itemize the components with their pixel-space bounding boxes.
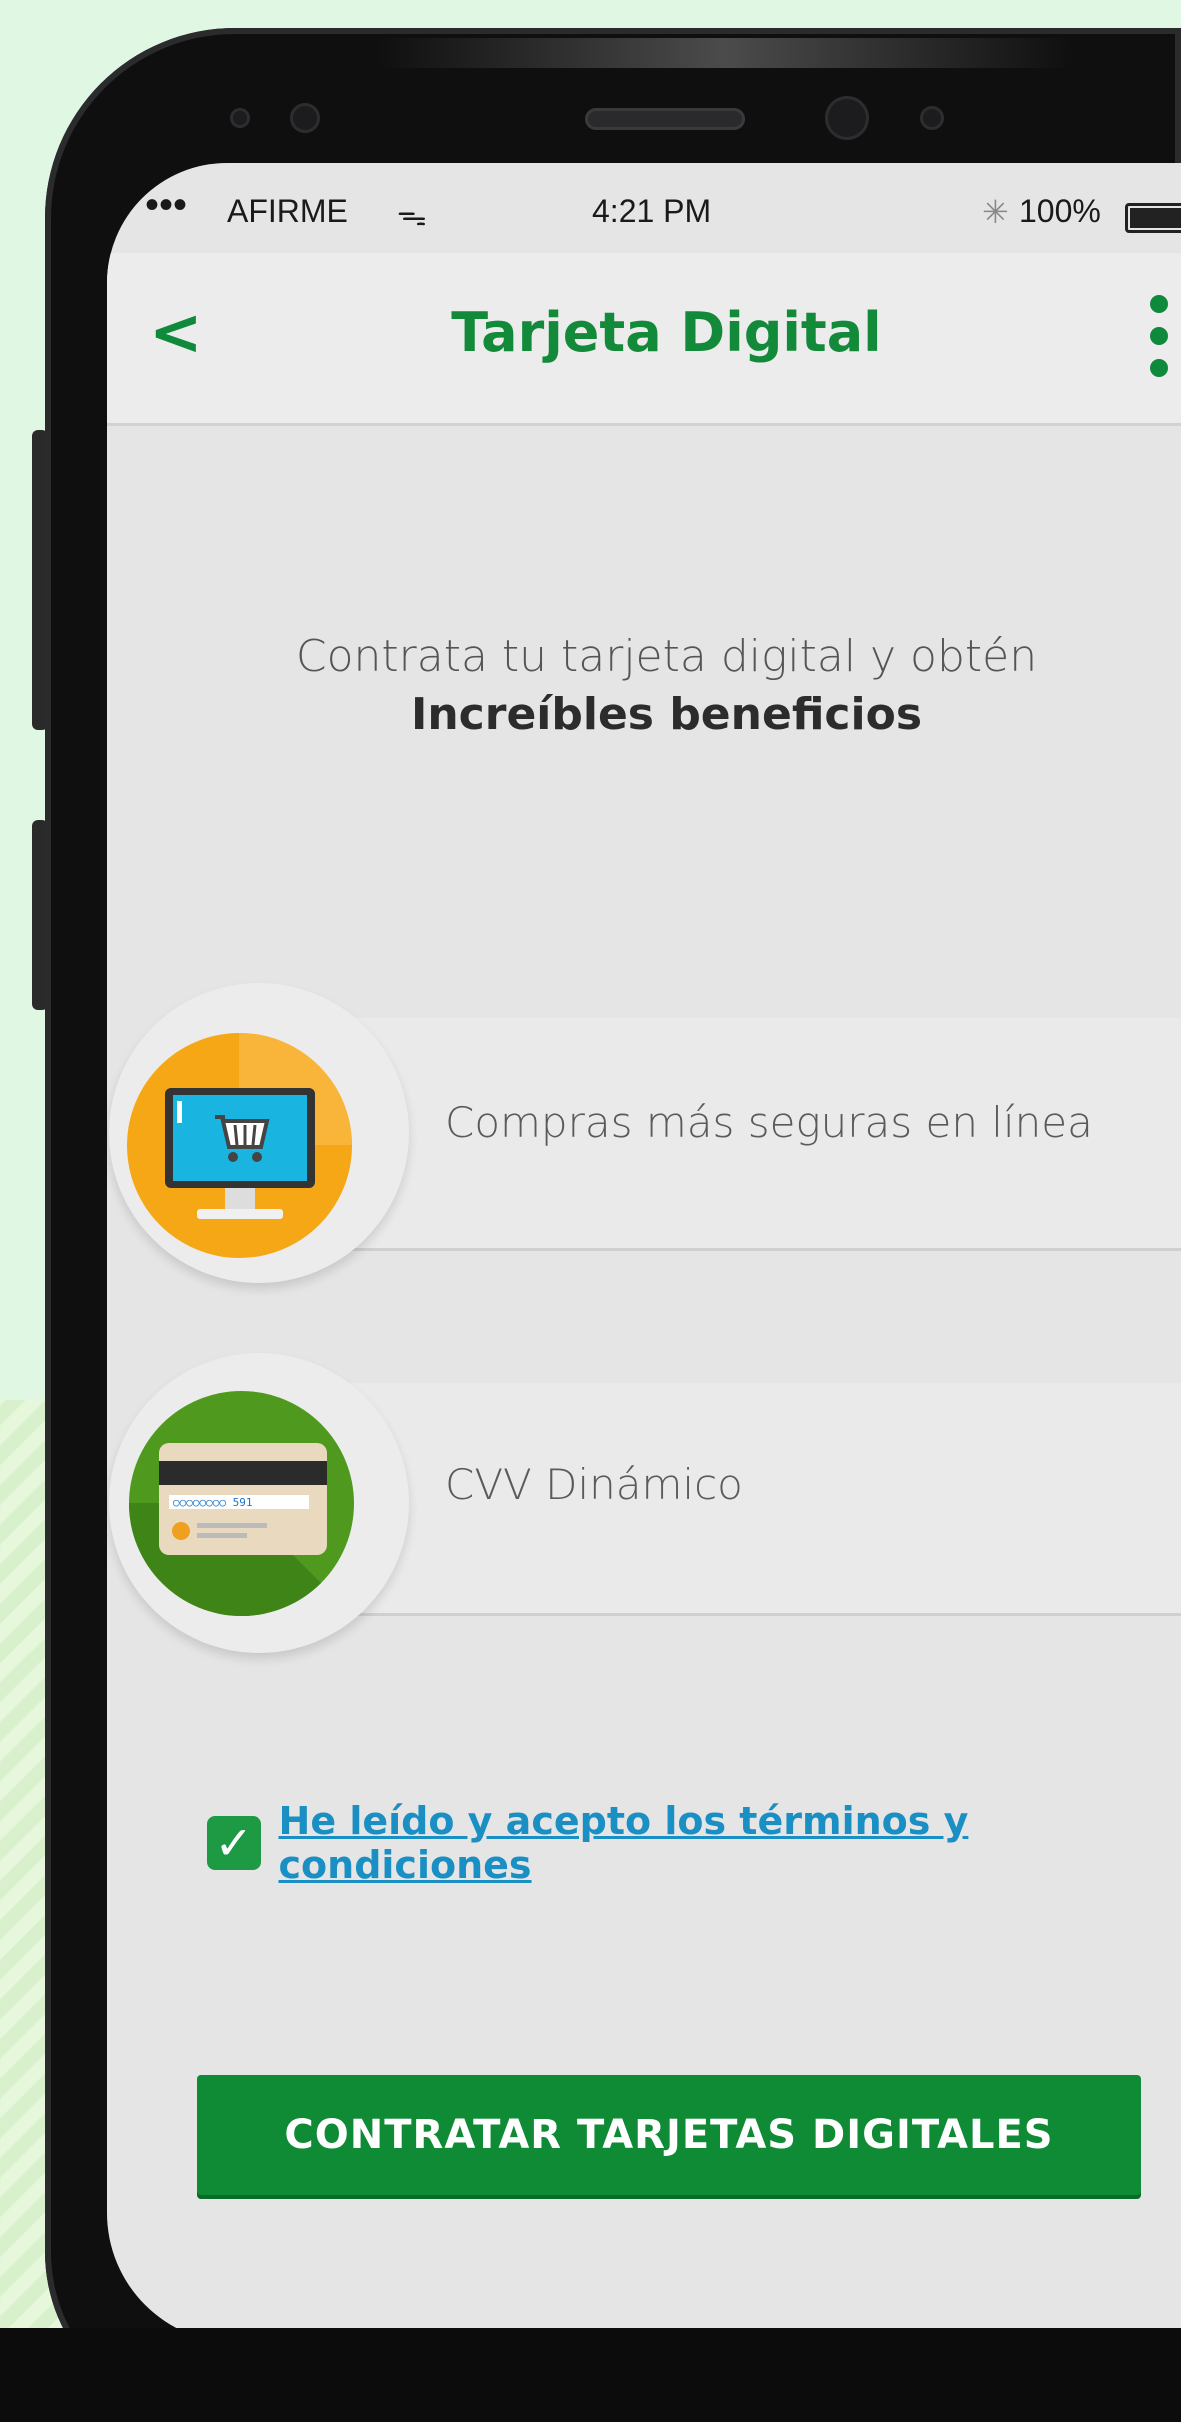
terms-row: ✓ He leído y acepto los términos y condi… <box>207 1799 1181 1887</box>
front-camera <box>825 96 869 140</box>
shopping-cart-monitor-icon <box>127 1033 352 1258</box>
iris-sensor <box>920 106 944 130</box>
credit-card-cvv-icon: ○○○○○○○○ 591 <box>129 1391 354 1616</box>
proximity-sensor <box>230 108 250 128</box>
svg-text:○○○○○○○○ 591: ○○○○○○○○ 591 <box>173 1496 252 1509</box>
terms-link[interactable]: He leído y acepto los términos y condici… <box>279 1799 1181 1887</box>
phone-glint <box>375 38 1075 68</box>
battery-icon <box>1125 203 1181 233</box>
terms-checkbox[interactable]: ✓ <box>207 1816 261 1870</box>
intro-text: Contrata tu tarjeta digital y obtén Incr… <box>107 628 1181 744</box>
wifi-icon: ᯓ <box>397 199 427 232</box>
intro-line-1: Contrata tu tarjeta digital y obtén <box>295 631 1038 682</box>
contract-digital-cards-button[interactable]: CONTRATAR TARJETAS DIGITALES <box>197 2075 1141 2195</box>
carrier-label: AFIRME <box>227 193 348 229</box>
benefit-label-compras: Compras más seguras en línea <box>445 1098 1093 1147</box>
intro-line-2: Increíbles beneficios <box>410 689 923 740</box>
signal-icon: ••• <box>145 183 188 227</box>
phone-frame: ••• AFIRME ᯓ 4:21 PM ✳ 100% < Tarjeta Di… <box>45 28 1181 2422</box>
earpiece-speaker <box>585 108 745 130</box>
benefit-label-cvv: CVV Dinámico <box>445 1460 743 1509</box>
clock: 4:21 PM <box>592 193 712 229</box>
status-bar: ••• AFIRME ᯓ 4:21 PM ✳ 100% <box>107 183 1181 253</box>
phone-bottom-bezel <box>0 2328 1181 2422</box>
app-screen: ••• AFIRME ᯓ 4:21 PM ✳ 100% < Tarjeta Di… <box>107 163 1181 2343</box>
light-sensor <box>290 103 320 133</box>
benefit-row-cvv <box>307 1383 1181 1616</box>
battery-percent: 100% <box>1019 193 1101 229</box>
navigation-bar: < Tarjeta Digital <box>107 253 1181 426</box>
kebab-menu-icon[interactable] <box>1145 293 1175 383</box>
page-title: Tarjeta Digital <box>451 301 882 364</box>
bluetooth-icon: ✳ <box>982 194 1009 230</box>
